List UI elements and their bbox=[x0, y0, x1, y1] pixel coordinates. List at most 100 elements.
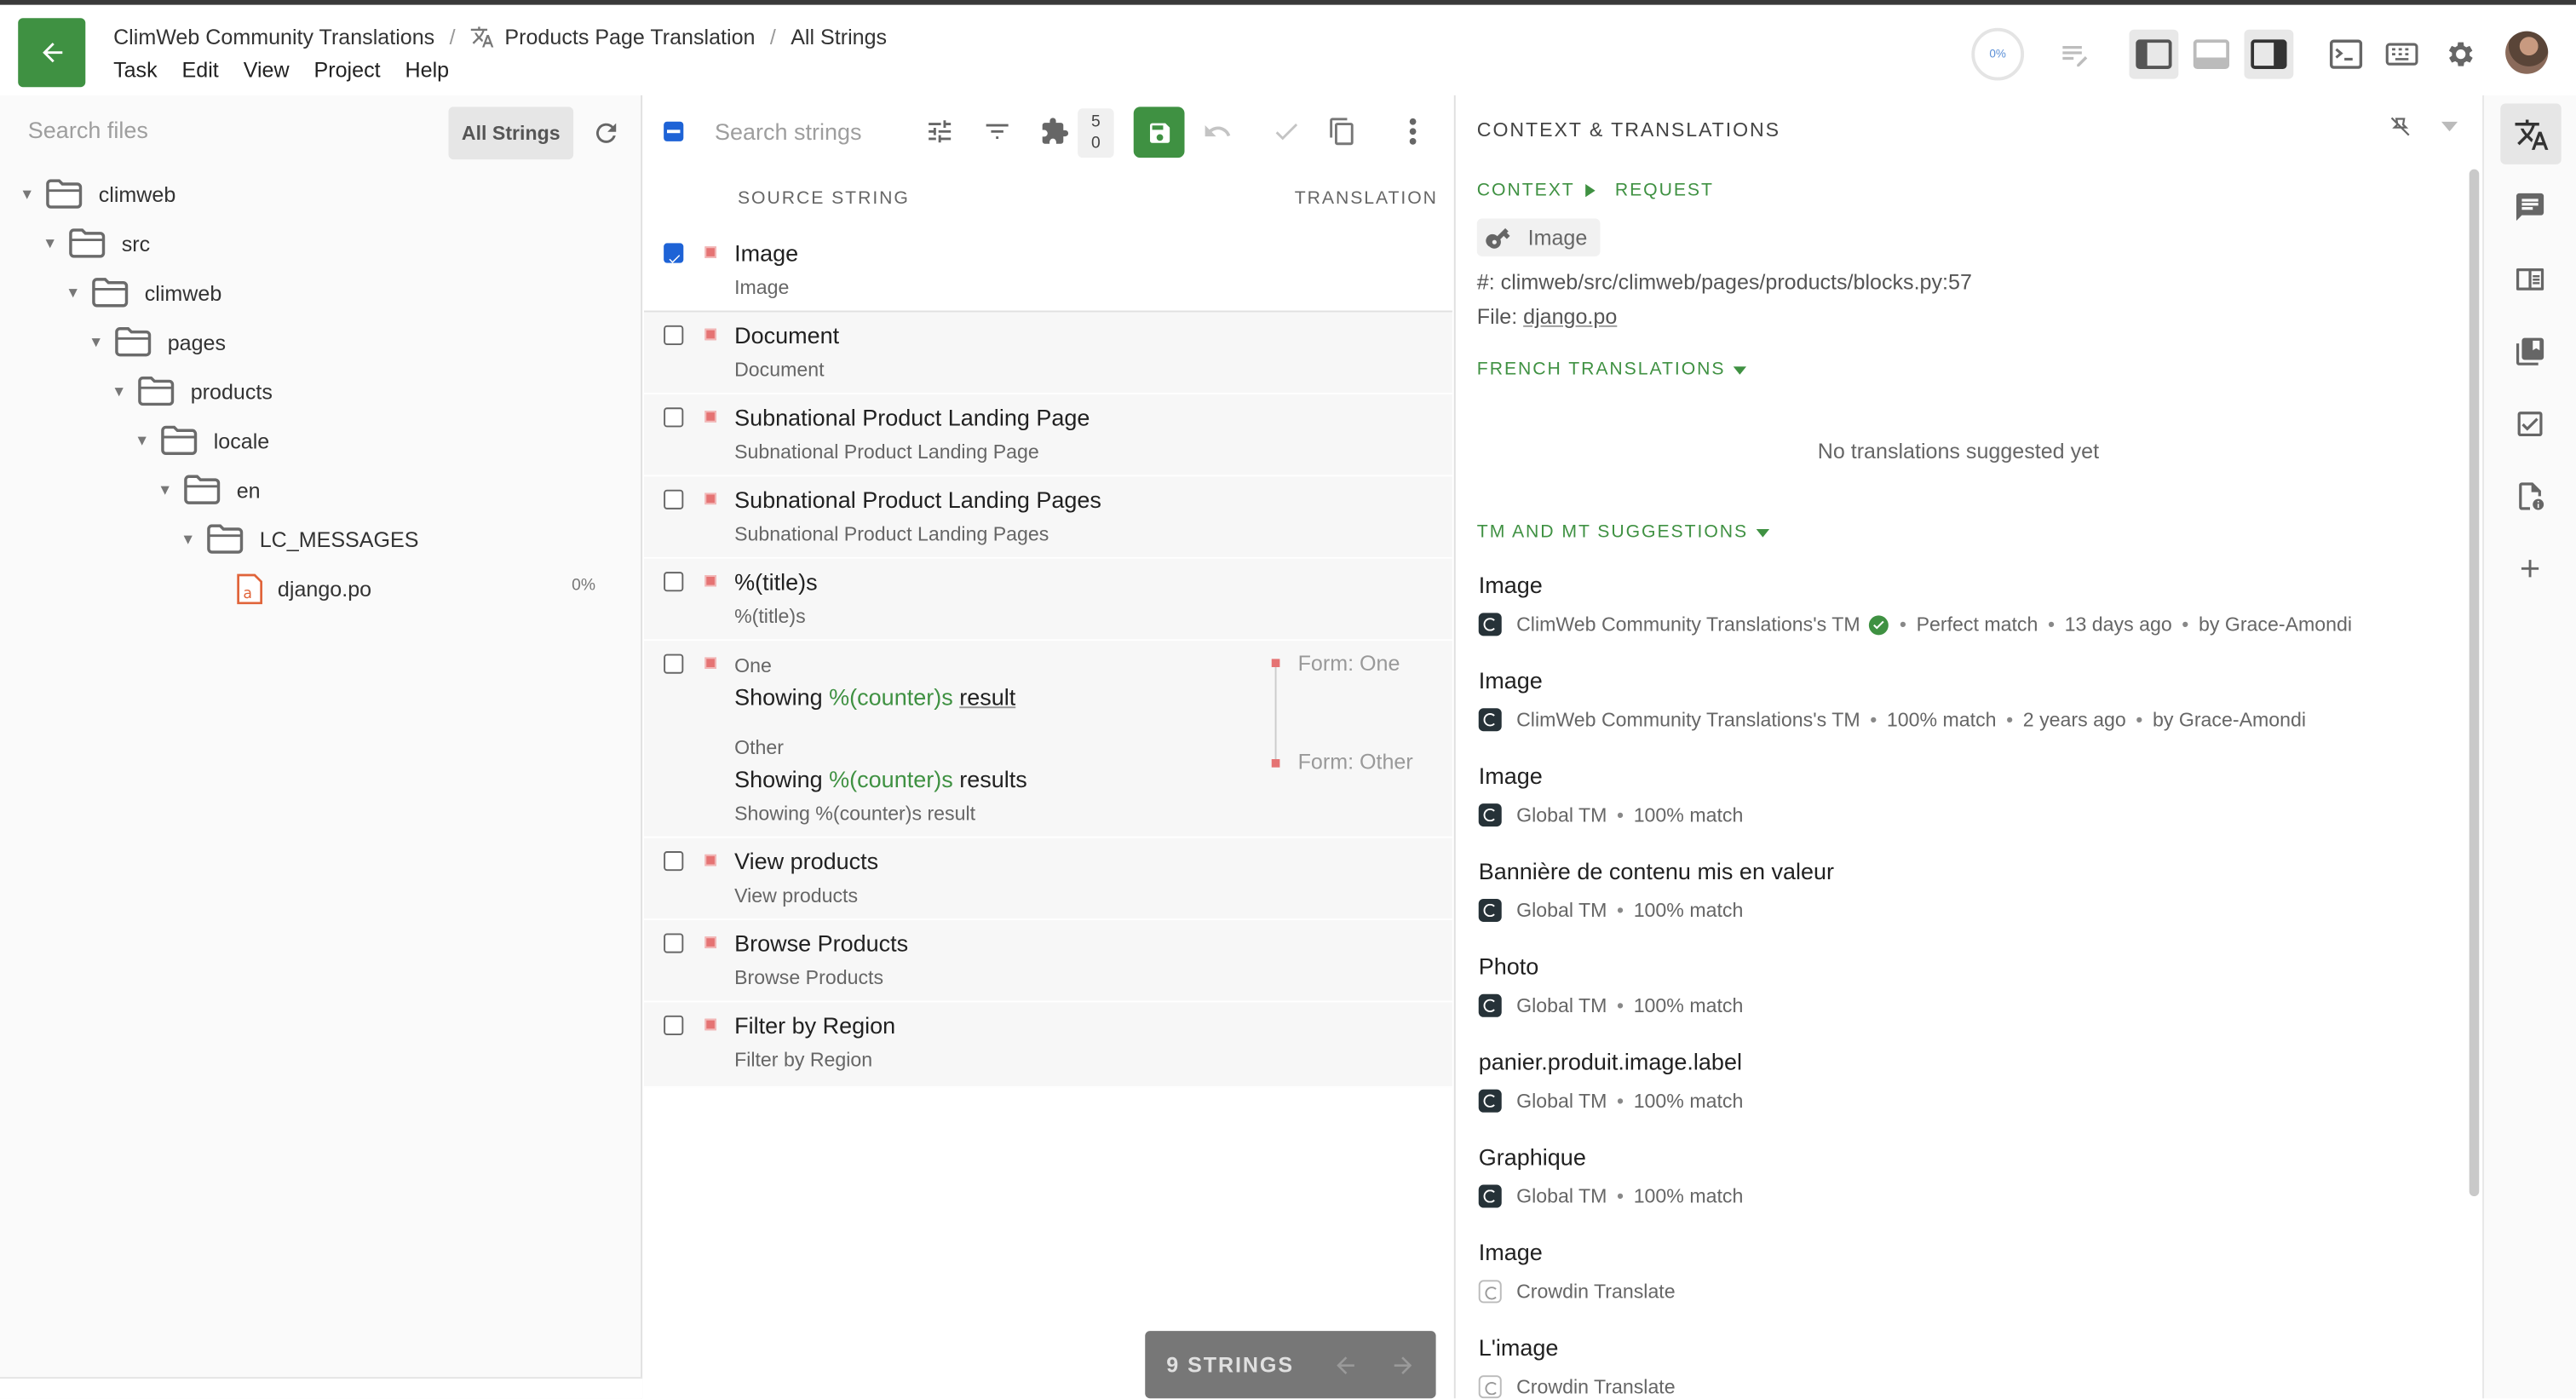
puzzle-plugin-icon[interactable] bbox=[1035, 112, 1074, 151]
translations-tab-icon[interactable] bbox=[2500, 103, 2562, 164]
suggestion-item[interactable]: L'image Crowdin Translate bbox=[1456, 1331, 2461, 1399]
caret-down-icon[interactable]: ▼ bbox=[135, 432, 151, 448]
add-panel-plus-icon[interactable] bbox=[2505, 544, 2555, 593]
folder-item-en[interactable]: ▼ en bbox=[158, 465, 261, 515]
tm-mt-suggestions-header[interactable]: TM AND MT SUGGESTIONS bbox=[1477, 522, 1770, 542]
previous-arrow-icon[interactable] bbox=[1327, 1347, 1363, 1383]
settings-gear-icon[interactable] bbox=[2435, 30, 2484, 79]
comments-icon[interactable] bbox=[2505, 182, 2555, 232]
back-button[interactable] bbox=[18, 18, 86, 88]
console-icon[interactable] bbox=[2321, 30, 2371, 79]
breadcrumb-file[interactable]: Products Page Translation bbox=[504, 24, 755, 49]
more-options-icon[interactable] bbox=[1393, 112, 1432, 151]
select-all-checkbox[interactable] bbox=[664, 121, 684, 141]
menu-help[interactable]: Help bbox=[405, 58, 450, 83]
tm-library-icon[interactable] bbox=[2505, 327, 2555, 377]
request-context-link[interactable]: REQUEST bbox=[1615, 181, 1714, 200]
crowdin-tm-logo-icon bbox=[1478, 993, 1502, 1017]
glossary-book-icon[interactable] bbox=[2505, 255, 2555, 304]
form-one-label[interactable]: Form: One bbox=[1298, 651, 1400, 676]
refresh-icon[interactable] bbox=[587, 113, 626, 153]
menu-view[interactable]: View bbox=[244, 58, 290, 83]
row-checkbox[interactable] bbox=[664, 851, 684, 872]
french-translations-header[interactable]: FRENCH TRANSLATIONS bbox=[1477, 360, 1747, 380]
all-strings-filter-button[interactable]: All Strings bbox=[448, 107, 574, 160]
folder-item-climweb[interactable]: ▼ climweb bbox=[66, 268, 221, 317]
file-link[interactable]: django.po bbox=[1523, 304, 1617, 329]
panel-scrollbar[interactable] bbox=[2469, 169, 2480, 1197]
collapse-chevron-icon[interactable] bbox=[2438, 115, 2461, 138]
menu-project[interactable]: Project bbox=[314, 58, 381, 83]
caret-down-icon[interactable]: ▼ bbox=[89, 334, 105, 350]
string-row[interactable]: Image Image bbox=[644, 230, 1452, 313]
suggestion-item[interactable]: Image ClimWeb Community Translations's T… bbox=[1456, 568, 2461, 664]
folder-item-lc-messages[interactable]: ▼ LC_MESSAGES bbox=[181, 515, 418, 564]
folder-item-locale[interactable]: ▼ locale bbox=[135, 416, 269, 465]
menu-edit[interactable]: Edit bbox=[182, 58, 219, 83]
suggestion-item[interactable]: Image Global TM • 100% match bbox=[1456, 759, 2461, 855]
progress-indicator[interactable]: 0% bbox=[1971, 27, 2025, 81]
row-checkbox[interactable] bbox=[664, 243, 684, 263]
folder-item-climweb[interactable]: ▼ climweb bbox=[20, 170, 175, 219]
breadcrumb-project[interactable]: ClimWeb Community Translations bbox=[113, 24, 434, 49]
layout-right-panel-icon[interactable] bbox=[2244, 29, 2294, 79]
caret-down-icon[interactable]: ▼ bbox=[181, 531, 197, 547]
string-info-icon[interactable] bbox=[2505, 472, 2555, 521]
tune-icon[interactable] bbox=[920, 112, 959, 151]
save-button[interactable] bbox=[1133, 107, 1185, 158]
row-checkbox[interactable] bbox=[664, 325, 684, 346]
caret-down-icon[interactable]: ▼ bbox=[66, 285, 82, 301]
breadcrumb-view[interactable]: All Strings bbox=[791, 24, 887, 49]
context-tab[interactable]: CONTEXT bbox=[1477, 181, 1595, 200]
suggestion-item[interactable]: Image Crowdin Translate bbox=[1456, 1235, 2461, 1331]
keyboard-icon[interactable] bbox=[2378, 30, 2427, 79]
approve-check-icon[interactable] bbox=[1267, 112, 1306, 151]
string-row[interactable]: Subnational Product Landing Pages Subnat… bbox=[644, 476, 1452, 559]
search-files-input[interactable]: Search files bbox=[28, 117, 148, 143]
suggestion-item[interactable]: Bannière de contenu mis en valeur Global… bbox=[1456, 855, 2461, 950]
layout-left-panel-icon[interactable] bbox=[2129, 29, 2179, 79]
row-checkbox[interactable] bbox=[664, 653, 684, 674]
qa-checks-icon[interactable] bbox=[2505, 400, 2555, 449]
file-item-django-po[interactable]: a django.po bbox=[237, 564, 371, 613]
plural-source-one: Showing %(counter)s result bbox=[734, 683, 1015, 710]
folder-item-pages[interactable]: ▼ pages bbox=[89, 317, 226, 366]
folder-item-src[interactable]: ▼ src bbox=[43, 219, 150, 268]
suggestion-item[interactable]: Graphique Global TM • 100% match bbox=[1456, 1140, 2461, 1235]
proofread-icon[interactable] bbox=[2050, 30, 2100, 79]
string-row[interactable]: Subnational Product Landing Page Subnati… bbox=[644, 394, 1452, 477]
string-row[interactable]: %(title)s %(title)s bbox=[644, 558, 1452, 642]
row-checkbox[interactable] bbox=[664, 572, 684, 592]
suggestion-item[interactable]: Image ClimWeb Community Translations's T… bbox=[1456, 664, 2461, 759]
row-checkbox[interactable] bbox=[664, 933, 684, 953]
suggestion-item[interactable]: panier.produit.image.label Global TM • 10… bbox=[1456, 1045, 2461, 1141]
folder-label: products bbox=[190, 378, 273, 404]
folder-item-products[interactable]: ▼ products bbox=[112, 366, 273, 416]
unpin-icon[interactable] bbox=[2385, 112, 2415, 141]
suggestion-match: 100% match bbox=[1633, 803, 1744, 827]
user-avatar[interactable] bbox=[2505, 31, 2549, 74]
suggestion-item[interactable]: Photo Global TM • 100% match bbox=[1456, 950, 2461, 1045]
string-row[interactable]: Document Document bbox=[644, 312, 1452, 394]
filter-icon[interactable] bbox=[978, 112, 1017, 151]
string-row-plural[interactable]: One Showing %(counter)s result Other Sho… bbox=[644, 641, 1452, 838]
suggestion-source: Global TM bbox=[1516, 1184, 1607, 1208]
undo-icon[interactable] bbox=[1198, 112, 1237, 151]
string-row[interactable]: Browse Products Browse Products bbox=[644, 920, 1452, 1003]
row-checkbox[interactable] bbox=[664, 489, 684, 510]
form-other-label[interactable]: Form: Other bbox=[1298, 749, 1413, 774]
caret-down-icon[interactable]: ▼ bbox=[20, 186, 36, 202]
layout-bottom-panel-icon[interactable] bbox=[2187, 30, 2236, 79]
plugin-count-badge[interactable]: 5 0 bbox=[1078, 108, 1114, 158]
caret-down-icon[interactable]: ▼ bbox=[43, 235, 59, 251]
string-row[interactable]: Filter by Region Filter by Region bbox=[644, 1002, 1452, 1088]
caret-down-icon[interactable]: ▼ bbox=[158, 481, 174, 498]
copy-source-icon[interactable] bbox=[1323, 112, 1362, 151]
string-row[interactable]: View products View products bbox=[644, 838, 1452, 921]
search-strings-input[interactable]: Search strings bbox=[715, 118, 862, 145]
caret-down-icon[interactable]: ▼ bbox=[112, 383, 128, 399]
menu-task[interactable]: Task bbox=[113, 58, 158, 83]
next-arrow-icon[interactable] bbox=[1385, 1347, 1421, 1383]
row-checkbox[interactable] bbox=[664, 1015, 684, 1036]
row-checkbox[interactable] bbox=[664, 407, 684, 428]
